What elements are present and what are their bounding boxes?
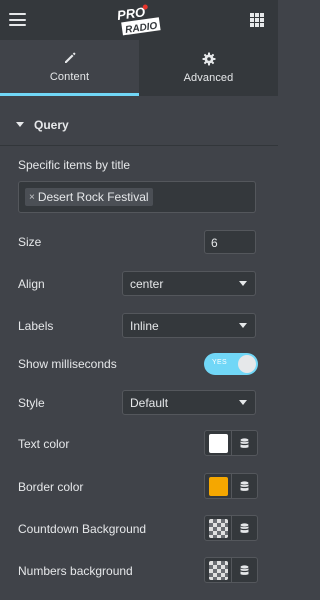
specific-items-label: Specific items by title xyxy=(18,158,131,172)
global-colors-button[interactable] xyxy=(232,558,257,582)
color-swatch xyxy=(208,476,228,496)
toggle-text: YES xyxy=(212,359,227,366)
grid-icon[interactable] xyxy=(250,13,264,27)
tag-label: Desert Rock Festival xyxy=(37,190,149,204)
pencil-icon xyxy=(64,52,75,63)
database-icon xyxy=(240,437,249,448)
global-colors-button[interactable] xyxy=(232,431,257,455)
size-label: Size xyxy=(18,235,42,249)
select-arrow-icon xyxy=(239,323,247,328)
align-label: Align xyxy=(18,277,45,291)
border-color-label: Border color xyxy=(18,480,84,494)
text-color-control xyxy=(204,430,258,456)
labels-value: Inline xyxy=(130,319,159,333)
align-select[interactable]: center xyxy=(122,271,256,296)
border-color-picker[interactable] xyxy=(205,474,232,498)
labels-label: Labels xyxy=(18,319,54,333)
show-ms-label: Show milliseconds xyxy=(18,357,117,371)
size-input[interactable]: 6 xyxy=(204,230,256,254)
color-swatch xyxy=(208,560,228,580)
countdown-bg-picker[interactable] xyxy=(205,516,232,540)
database-icon xyxy=(240,522,249,533)
selected-tag: × Desert Rock Festival xyxy=(25,188,153,206)
gear-icon xyxy=(202,52,215,66)
numbers-bg-label: Numbers background xyxy=(18,564,133,578)
countdown-bg-label: Countdown Background xyxy=(18,522,147,536)
numbers-bg-picker[interactable] xyxy=(205,558,232,582)
database-icon xyxy=(240,564,249,575)
text-color-label: Text color xyxy=(18,437,70,451)
tab-content-label: Content xyxy=(49,70,90,83)
tab-content[interactable]: Content xyxy=(0,40,139,96)
tab-advanced-label: Advanced xyxy=(183,72,234,84)
hamburger-icon[interactable] xyxy=(9,13,26,26)
pro-radio-logo: PRO RADIO xyxy=(116,4,161,36)
color-swatch xyxy=(208,433,228,453)
color-swatch xyxy=(208,518,228,538)
border-color-control xyxy=(204,473,258,499)
style-label: Style xyxy=(18,396,45,410)
global-colors-button[interactable] xyxy=(232,474,257,498)
countdown-bg-control xyxy=(204,515,258,541)
select-arrow-icon xyxy=(239,281,247,286)
panel-tabs: Content Advanced xyxy=(0,40,278,96)
show-ms-toggle[interactable]: YES xyxy=(204,353,258,375)
global-colors-button[interactable] xyxy=(232,516,257,540)
style-value: Default xyxy=(130,396,169,410)
toggle-knob xyxy=(238,355,256,373)
align-value: center xyxy=(130,277,164,291)
text-color-picker[interactable] xyxy=(205,431,232,455)
caret-down-icon xyxy=(16,122,24,127)
specific-items-input[interactable]: × Desert Rock Festival xyxy=(18,181,256,213)
tab-advanced[interactable]: Advanced xyxy=(139,40,278,96)
section-title: Query xyxy=(34,117,69,132)
query-section-header[interactable]: Query xyxy=(0,104,278,146)
labels-select[interactable]: Inline xyxy=(122,313,256,338)
select-arrow-icon xyxy=(239,400,247,405)
numbers-bg-control xyxy=(204,557,258,583)
top-bar: PRO RADIO xyxy=(0,0,278,40)
remove-tag-icon[interactable]: × xyxy=(29,192,35,203)
style-select[interactable]: Default xyxy=(122,390,256,415)
database-icon xyxy=(240,480,249,491)
